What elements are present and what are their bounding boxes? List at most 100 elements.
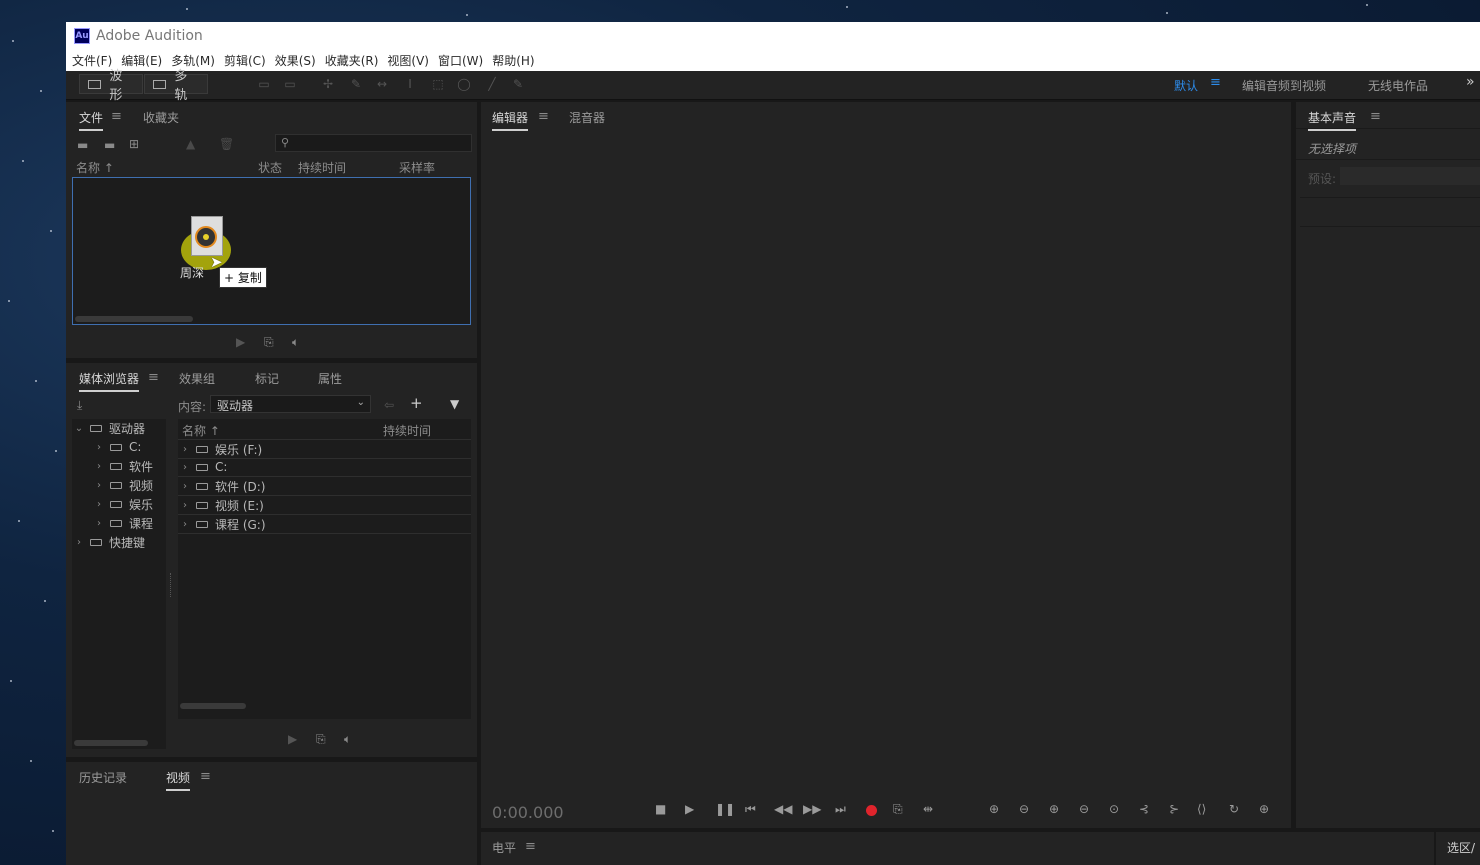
menu-view[interactable]: 视图(V) (387, 52, 429, 69)
tab-favorites[interactable]: 收藏夹 (143, 109, 179, 126)
tab-editor[interactable]: 编辑器 (492, 109, 529, 131)
auto-play-icon[interactable]: 🔈︎ (292, 335, 299, 349)
list-item-drive-g[interactable]: › 课程 (G:) (178, 515, 471, 534)
previous-icon[interactable]: ⏮ (745, 802, 756, 817)
skip-selection-icon[interactable]: ⇹ (923, 802, 933, 816)
play-icon[interactable]: ▶ (685, 802, 694, 816)
menu-help[interactable]: 帮助(H) (492, 52, 534, 69)
back-arrow-icon[interactable]: ⇦ (384, 398, 394, 412)
zoom-in-time-icon[interactable]: ⊕ (1049, 802, 1059, 816)
workspace-default[interactable]: 默认 (1174, 77, 1198, 94)
level-panel-menu-icon[interactable]: ≡ (525, 839, 536, 854)
tab-properties[interactable]: 属性 (318, 370, 342, 387)
column-duration[interactable]: 持续时间 (298, 159, 346, 176)
slip-tool-icon[interactable]: ↔ (374, 77, 390, 91)
list-scrollbar[interactable] (180, 703, 246, 709)
zoom-in-amplitude-icon[interactable]: ⊕ (989, 802, 999, 816)
zoom-in-left-icon[interactable]: ⊰ (1139, 802, 1149, 816)
workspace-menu-icon[interactable]: ≡ (1210, 75, 1221, 90)
move-tool-icon[interactable]: ✢ (320, 77, 336, 91)
menu-file[interactable]: 文件(F) (72, 52, 112, 69)
filter-icon[interactable]: ▼ (450, 397, 459, 411)
fast-forward-icon[interactable]: ▶▶ (803, 802, 821, 816)
auto-play-icon[interactable]: 🔈︎ (344, 732, 351, 746)
tree-item-c[interactable]: › C: (92, 438, 166, 456)
files-panel-menu-icon[interactable]: ≡ (111, 109, 122, 124)
rewind-icon[interactable]: ◀◀ (774, 802, 792, 816)
tree-item-entertainment[interactable]: › 娱乐 (92, 495, 166, 513)
time-selection-tool-icon[interactable]: I (402, 77, 418, 91)
column-name[interactable]: 名称 ↑ (76, 159, 114, 176)
list-item-drive-d[interactable]: › 软件 (D:) (178, 477, 471, 496)
list-item-drive-e[interactable]: › 视频 (E:) (178, 496, 471, 515)
tree-scrollbar[interactable] (74, 740, 148, 746)
marquee-tool-icon[interactable]: ⬚ (430, 77, 446, 91)
new-file-icon[interactable]: ⊞ (129, 137, 139, 151)
play-preview-icon[interactable]: ▶ (288, 732, 297, 746)
content-select[interactable]: 驱动器 ⌄ (210, 395, 371, 413)
waveform-button[interactable]: 波形 (79, 69, 143, 103)
essential-sound-title[interactable]: 基本声音 (1308, 109, 1357, 131)
video-panel-menu-icon[interactable]: ≡ (200, 769, 211, 784)
loop-preview-icon[interactable]: ⎘ (316, 732, 326, 746)
menu-clip[interactable]: 剪辑(C) (224, 52, 266, 69)
tree-item-video[interactable]: › 视频 (92, 476, 166, 494)
zoom-out-amplitude-icon[interactable]: ⊖ (1019, 802, 1029, 816)
tab-video[interactable]: 视频 (166, 769, 191, 791)
loop-preview-icon[interactable]: ⎘ (264, 335, 274, 349)
column-status[interactable]: 状态 (258, 159, 282, 176)
record-icon[interactable] (866, 805, 877, 816)
zoom-reset-icon[interactable]: ↻ (1229, 802, 1239, 816)
tab-history[interactable]: 历史记录 (79, 769, 127, 786)
tree-item-courses[interactable]: › 课程 (92, 514, 166, 532)
workspace-radio-production[interactable]: 无线电作品 (1368, 77, 1428, 94)
tab-mixer[interactable]: 混音器 (569, 109, 605, 126)
add-shortcut-icon[interactable]: + (410, 396, 423, 411)
lasso-tool-icon[interactable]: ◯ (456, 77, 472, 91)
horizontal-scrollbar[interactable] (75, 316, 193, 322)
spectral-display-icon[interactable]: ▭ (256, 77, 272, 91)
menu-effects[interactable]: 效果(S) (275, 52, 316, 69)
delete-icon[interactable]: 🗑︎ (219, 137, 234, 151)
razor-tool-icon[interactable]: ✎ (348, 77, 364, 91)
zoom-selection-icon[interactable]: ⟨⟩ (1197, 802, 1206, 816)
media-panel-menu-icon[interactable]: ≡ (148, 370, 159, 385)
spot-healing-tool-icon[interactable]: ✎ (510, 77, 526, 91)
level-panel-title[interactable]: 电平 (492, 839, 516, 856)
list-item-drive-c[interactable]: › C: (178, 458, 471, 477)
stop-icon[interactable]: ■ (655, 802, 666, 816)
multitrack-button[interactable]: 多轨 (144, 69, 208, 103)
essential-sound-menu-icon[interactable]: ≡ (1370, 109, 1381, 124)
import-download-icon[interactable]: ⤓ (77, 398, 82, 412)
zoom-out-time-icon[interactable]: ⊖ (1079, 802, 1089, 816)
menu-favorites[interactable]: 收藏夹(R) (325, 52, 379, 69)
tab-files[interactable]: 文件 (79, 109, 104, 131)
brush-tool-icon[interactable]: ╱ (484, 77, 500, 91)
zoom-to-time-icon[interactable]: ⊕ (1259, 802, 1269, 816)
preset-select[interactable] (1340, 167, 1480, 185)
next-icon[interactable]: ⏭ (835, 802, 846, 817)
workspace-edit-audio-to-video[interactable]: 编辑音频到视频 (1242, 77, 1326, 94)
more-workspaces-icon[interactable]: » (1466, 74, 1475, 90)
column-sample-rate[interactable]: 采样率 (399, 159, 435, 176)
files-search-input[interactable]: ⚲ (275, 134, 472, 152)
insert-into-multitrack-icon[interactable]: ▲ (186, 137, 195, 151)
tab-effects-rack[interactable]: 效果组 (179, 370, 215, 387)
tree-item-drives[interactable]: ⌄ 驱动器 (72, 419, 166, 437)
tree-item-software[interactable]: › 软件 (92, 457, 166, 475)
list-item-drive-f[interactable]: › 娱乐 (F:) (178, 439, 471, 459)
loop-playback-icon[interactable]: ⎘ (893, 802, 903, 817)
files-drop-area[interactable]: 周深 ➤ + 复制 (72, 177, 471, 325)
import-file-icon[interactable]: ▬ (104, 138, 115, 152)
menu-window[interactable]: 窗口(W) (438, 52, 483, 69)
zoom-in-right-icon[interactable]: ⊱ (1169, 802, 1179, 816)
column-duration[interactable]: 持续时间 (383, 422, 431, 439)
zoom-out-full-icon[interactable]: ⊙ (1109, 802, 1119, 816)
column-name[interactable]: 名称 ↑ (182, 422, 220, 439)
selection-panel-title[interactable]: 选区/ (1447, 839, 1475, 856)
splitter-handle[interactable] (170, 573, 173, 597)
tree-item-shortcuts[interactable]: › 快捷键 (72, 533, 166, 551)
pitch-display-icon[interactable]: ▭ (282, 77, 298, 91)
tab-markers[interactable]: 标记 (255, 370, 279, 387)
play-preview-icon[interactable]: ▶ (236, 335, 245, 349)
